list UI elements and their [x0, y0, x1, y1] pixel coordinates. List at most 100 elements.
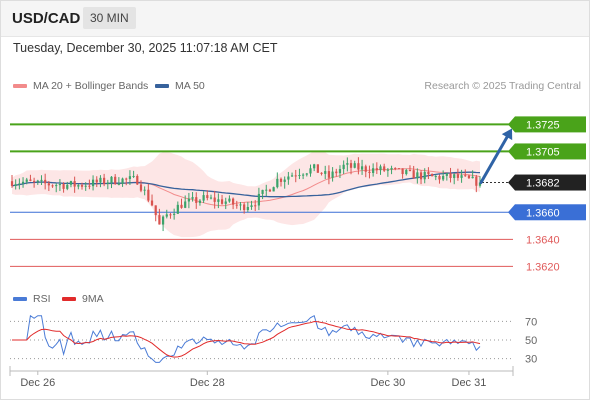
candle-body: [342, 164, 345, 170]
candle-body: [198, 200, 202, 203]
candle-body: [419, 172, 423, 180]
candle-body: [165, 214, 168, 217]
candle-body: [84, 185, 87, 187]
candle-body: [335, 171, 338, 174]
candle-body: [158, 215, 161, 225]
candle-body: [117, 183, 120, 185]
candle-body: [169, 214, 172, 216]
candle-body: [206, 195, 209, 199]
candle-body: [346, 163, 349, 165]
candle-body: [47, 183, 50, 186]
candle-body: [51, 185, 54, 187]
support-label: 1.3620: [526, 261, 560, 273]
candle-body: [66, 184, 69, 189]
candle-body: [176, 204, 179, 214]
candle-body: [375, 168, 378, 171]
label-pointer: [508, 204, 515, 221]
candle-body: [309, 168, 312, 174]
candle-body: [353, 163, 356, 168]
resistance-label: 1.3725: [526, 119, 560, 131]
candle-body: [302, 174, 305, 176]
candle: [161, 215, 165, 232]
candle-body: [114, 176, 117, 184]
candle-body: [246, 206, 249, 211]
candle-body: [445, 173, 448, 176]
candle-body: [220, 199, 224, 204]
candle-body: [231, 198, 235, 205]
candle-body: [434, 176, 437, 178]
candle-body: [191, 197, 194, 199]
candle-body: [368, 171, 371, 173]
candle-body: [254, 205, 257, 207]
candle-body: [453, 174, 456, 179]
candle-body: [475, 176, 478, 186]
candle-body: [412, 170, 415, 179]
candle-body: [383, 166, 386, 171]
candle-body: [283, 179, 286, 182]
candle-body: [58, 184, 62, 186]
candle-body: [69, 181, 73, 185]
candle-body: [62, 184, 65, 189]
support-label: 1.3640: [526, 234, 560, 246]
candle-body: [338, 169, 342, 174]
candle-body: [287, 176, 290, 180]
candle-body: [73, 181, 76, 187]
rsi-tick-label: 50: [525, 335, 537, 347]
candle-body: [449, 173, 452, 179]
candle-body: [372, 168, 375, 173]
candle-body: [467, 175, 471, 179]
candle-body: [364, 166, 367, 172]
candle-body: [394, 167, 397, 169]
candle-body: [427, 171, 430, 175]
candle-body: [397, 168, 401, 170]
candle-body: [150, 200, 154, 206]
rsi-ma-line: [12, 320, 481, 358]
candle-body: [202, 195, 205, 201]
rsi-tick-label: 30: [525, 354, 537, 366]
candle-body: [386, 169, 389, 171]
candle-body: [408, 169, 412, 171]
candle-body: [257, 193, 261, 206]
candle-body: [55, 185, 58, 187]
candle-body: [442, 175, 445, 180]
candle: [316, 164, 319, 173]
candle-body: [360, 166, 364, 170]
candle-body: [460, 175, 463, 178]
candle-body: [110, 176, 113, 183]
candle-body: [184, 201, 187, 208]
candle-body: [14, 184, 17, 186]
candle-body: [173, 213, 176, 215]
candle-body: [180, 204, 183, 208]
candle-body: [18, 183, 21, 185]
candle-body: [379, 166, 382, 171]
candle-body: [154, 205, 157, 216]
candle-body: [416, 172, 419, 179]
candle-body: [224, 201, 227, 204]
candle-body: [405, 169, 408, 175]
candle-body: [21, 181, 25, 184]
candle-body: [40, 179, 43, 181]
forecast-arrow-shaft: [479, 135, 509, 185]
candle-body: [147, 189, 150, 201]
candle-body: [209, 197, 213, 199]
candle-body: [95, 179, 98, 183]
rsi-tick-label: 70: [525, 316, 537, 328]
candle-body: [324, 171, 327, 174]
candle-body: [294, 175, 297, 177]
candle-body: [327, 171, 331, 178]
candle-body: [25, 179, 28, 182]
candle-body: [77, 185, 80, 187]
bollinger-band: [12, 150, 480, 238]
candle-body: [195, 197, 198, 203]
candle-body: [390, 167, 393, 170]
candle-body: [268, 189, 272, 192]
candle-body: [161, 216, 165, 225]
candle-body: [250, 205, 253, 207]
candle-body: [320, 172, 323, 174]
candle-body: [213, 197, 216, 202]
candle-body: [279, 178, 283, 182]
candle-body: [132, 175, 135, 177]
candle-body: [290, 175, 294, 177]
candle-body: [471, 176, 474, 179]
candle-body: [80, 185, 84, 187]
